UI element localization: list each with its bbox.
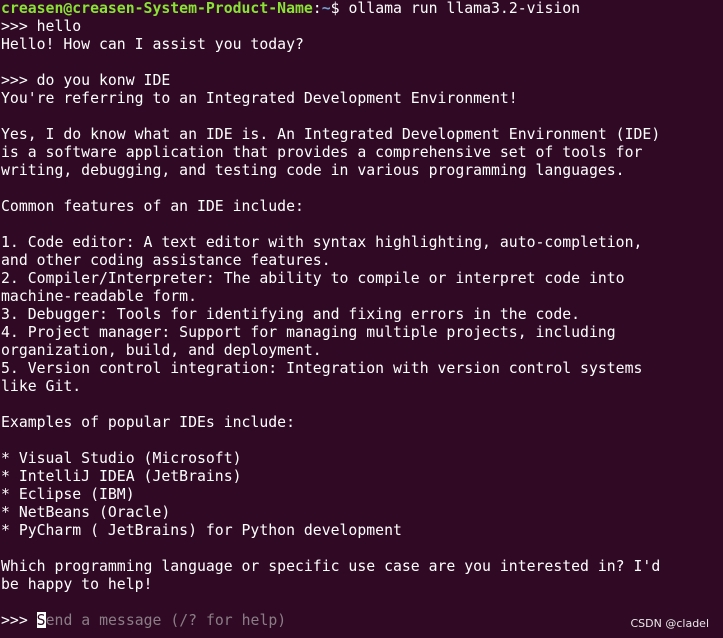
cursor-char: S [36,612,46,629]
user-message-line: >>> hello [1,18,82,35]
message-input-line[interactable]: >>> Send a message (/? for help) [1,612,723,630]
output-line: * IntelliJ IDEA (JetBrains) [1,468,242,485]
prompt-user-host: creasen@creasen-System-Product-Name [1,0,313,17]
output-line: Which programming language or specific u… [1,558,661,575]
terminal-window[interactable]: creasen@creasen-System-Product-Name:~$ o… [0,0,723,638]
shell-command: ollama run llama3.2-vision [348,0,581,17]
output-line: * PyCharm ( JetBrains) for Python develo… [1,522,402,539]
output-line: 4. Project manager: Support for managing… [1,324,616,341]
output-line: and other coding assistance features. [1,252,331,269]
output-line: writing, debugging, and testing code in … [1,162,625,179]
input-prompt: >>> [1,612,37,629]
output-line: like Git. [1,378,82,395]
output-line: be happy to help! [1,576,153,593]
shell-prompt-line: creasen@creasen-System-Product-Name:~$ o… [1,0,723,18]
output-line: machine-readable form. [1,288,197,305]
prompt-separator: : [312,0,322,17]
prompt-symbol: $ [330,0,349,17]
output-line: 2. Compiler/Interpreter: The ability to … [1,270,625,287]
output-line: You're referring to an Integrated Develo… [1,90,518,107]
output-line: 3. Debugger: Tools for identifying and f… [1,306,581,323]
watermark: CSDN @cladel [630,617,709,630]
output-line: 1. Code editor: A text editor with synta… [1,234,643,251]
output-line: Common features of an IDE include: [1,198,304,215]
output-line: * Eclipse (IBM) [1,486,135,503]
output-line: * NetBeans (Oracle) [1,504,171,521]
output-line: Yes, I do know what an IDE is. An Integr… [1,126,661,143]
output-line: * Visual Studio (Microsoft) [1,450,242,467]
output-line: Examples of popular IDEs include: [1,414,295,431]
message-input-placeholder[interactable]: end a message (/? for help) [46,612,287,629]
text-cursor: S [36,612,46,630]
output-line: 5. Version control integration: Integrat… [1,360,643,377]
output-line: is a software application that provides … [1,144,643,161]
prompt-path: ~ [321,0,331,17]
output-line: organization, build, and deployment. [1,342,322,359]
user-message-line: >>> do you konw IDE [1,72,171,89]
output-line: Hello! How can I assist you today? [1,36,304,53]
